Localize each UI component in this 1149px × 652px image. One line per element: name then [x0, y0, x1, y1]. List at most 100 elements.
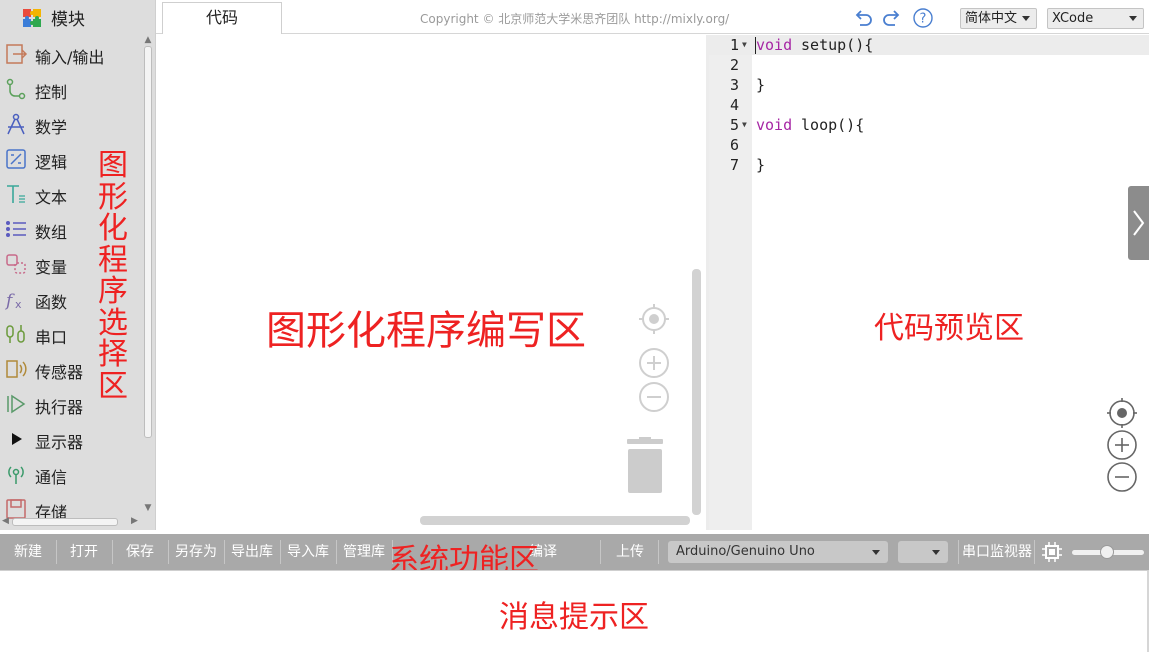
scroll-thumb[interactable]: [144, 46, 152, 438]
top-bar: 代码 Copyright © 北京师范大学米思齐团队 http://mixly.…: [156, 0, 1149, 34]
block-category-sidebar: 模块 输入/输出 控制 数学 逻辑 文本 数组 变量 f x 函数 串口 传感器 执行器 显示器 通信 存储 …: [0, 0, 156, 530]
save-as-button[interactable]: 另存为: [168, 534, 224, 570]
mixly-app: 模块 输入/输出 控制 数学 逻辑 文本 数组 变量 f x 函数 串口 传感器 执行器 显示器 通信 存储 …: [0, 0, 1149, 652]
line-number: 4: [729, 96, 739, 114]
save-button[interactable]: 保存: [112, 534, 168, 570]
svg-text:x: x: [15, 298, 22, 311]
sensor-icon: [6, 360, 27, 378]
scroll-thumb[interactable]: [12, 518, 118, 526]
text-icon: [7, 185, 25, 203]
toolbar-divider: [600, 540, 601, 564]
code-line[interactable]: 7}: [709, 155, 1149, 175]
message-annotation: 消息提示区: [499, 600, 649, 635]
board-value: Arduino/Genuino Uno: [676, 544, 815, 559]
workspace-annotation: 图形化程序编写区: [266, 308, 586, 354]
new-button[interactable]: 新建: [0, 534, 56, 570]
category-item[interactable]: 数学: [0, 106, 142, 140]
category-label: 数学: [35, 118, 68, 137]
puzzle-icon: [23, 9, 41, 27]
category-item[interactable]: 控制: [0, 71, 142, 105]
category-label: 输入/输出: [35, 48, 105, 67]
code-text: loop(){: [792, 116, 865, 134]
category-item[interactable]: 输入/输出: [0, 36, 142, 70]
tab-code[interactable]: 代码: [162, 2, 282, 34]
fold-toggle-icon[interactable]: ▼: [742, 35, 747, 55]
code-line[interactable]: 2: [709, 55, 1149, 75]
code-text: }: [756, 156, 766, 174]
toolbar-divider: [958, 540, 959, 564]
workspace-horizontal-scrollbar[interactable]: [420, 516, 690, 525]
text-cursor: [755, 37, 756, 54]
code-line[interactable]: 3}: [709, 75, 1149, 95]
zoom-slider-handle[interactable]: [1100, 545, 1114, 559]
copyright-text: Copyright © 北京师范大学米思齐团队 http://mixly.org…: [420, 12, 730, 26]
zoom-out-icon[interactable]: [638, 381, 670, 413]
open-button[interactable]: 打开: [56, 534, 112, 570]
expand-panel-button[interactable]: [1128, 186, 1149, 260]
toolbar-divider: [1034, 540, 1035, 564]
undo-icon[interactable]: [852, 7, 874, 29]
language-value: 简体中文: [965, 11, 1018, 26]
port-select[interactable]: [898, 541, 948, 563]
board-select[interactable]: Arduino/Genuino Uno: [668, 541, 888, 563]
theme-value: XCode: [1052, 11, 1094, 26]
zoom-in-icon[interactable]: [638, 347, 670, 379]
chevron-down-icon: [1022, 16, 1030, 21]
category-label: 显示器: [35, 433, 84, 452]
code-text: setup(){: [792, 36, 874, 54]
category-item[interactable]: 通信: [0, 456, 142, 490]
workspace-vertical-scrollbar[interactable]: [692, 269, 701, 515]
chip-icon[interactable]: [1042, 542, 1062, 562]
category-item[interactable]: 显示器: [0, 421, 142, 455]
category-label: 执行器: [35, 398, 84, 417]
code-keyword: void: [756, 36, 793, 54]
toolbar-divider: [658, 540, 659, 564]
serial-icon: [6, 325, 25, 343]
function-icon: fx: [4, 291, 22, 311]
scroll-down-arrow-icon[interactable]: ▼: [143, 502, 153, 514]
export-library-button[interactable]: 导出库: [224, 534, 280, 570]
block-workspace[interactable]: 图形化程序编写区: [156, 35, 706, 530]
theme-select[interactable]: XCode: [1047, 8, 1144, 29]
fold-toggle-icon[interactable]: ▼: [742, 115, 747, 135]
math-icon: [7, 113, 25, 135]
scroll-right-arrow-icon[interactable]: ▶: [131, 516, 138, 526]
recenter-icon[interactable]: [638, 303, 670, 335]
serial-monitor-button[interactable]: 串口监视器: [960, 534, 1034, 570]
scroll-left-arrow-icon[interactable]: ◀: [2, 516, 9, 526]
code-text: }: [756, 76, 766, 94]
chevron-down-icon: [932, 550, 940, 555]
category-label: 传感器: [35, 363, 84, 382]
category-label: 通信: [35, 468, 68, 487]
language-select[interactable]: 简体中文: [960, 8, 1037, 29]
trash-icon[interactable]: [623, 437, 667, 495]
code-line[interactable]: 4: [709, 95, 1149, 115]
category-label: 函数: [35, 293, 68, 312]
import-library-button[interactable]: 导入库: [280, 534, 336, 570]
chevron-right-icon: [1133, 210, 1145, 236]
category-label: 数组: [35, 223, 68, 242]
code-line[interactable]: 1 ▼ void setup(){: [709, 35, 1149, 55]
upload-button[interactable]: 上传: [602, 534, 658, 570]
category-label: 控制: [35, 83, 68, 102]
code-line[interactable]: 5 ▼ void loop(){: [709, 115, 1149, 135]
sidebar-horizontal-scrollbar[interactable]: ◀ ▶: [0, 516, 142, 528]
message-area: 消息提示区: [0, 570, 1149, 652]
manage-library-button[interactable]: 管理库: [336, 534, 392, 570]
modules-title: 模块: [51, 10, 85, 30]
system-toolbar: 新建 打开 保存 另存为 导出库 导入库 管理库 编译 上传 Arduino/G…: [0, 534, 1149, 578]
scroll-up-arrow-icon[interactable]: ▲: [143, 34, 153, 46]
code-line[interactable]: 6: [709, 135, 1149, 155]
zoom-in-icon[interactable]: [1106, 429, 1138, 461]
actuator-icon: [7, 394, 26, 414]
recenter-icon[interactable]: [1106, 397, 1138, 429]
zoom-out-icon[interactable]: [1106, 461, 1138, 493]
input-output-icon: [6, 44, 28, 64]
line-number: 2: [729, 56, 739, 74]
redo-icon[interactable]: [881, 7, 903, 29]
line-number: 1: [729, 36, 739, 54]
sidebar-vertical-scrollbar[interactable]: ▲ ▼: [142, 34, 154, 516]
code-preview-pane[interactable]: 1 ▼ void setup(){2 3} 4 5 ▼ void loop(){6 7} 代码预…: [709, 35, 1149, 530]
sidebar-annotation: 图形化程序选择区: [98, 148, 128, 404]
help-icon[interactable]: ?: [912, 7, 934, 29]
